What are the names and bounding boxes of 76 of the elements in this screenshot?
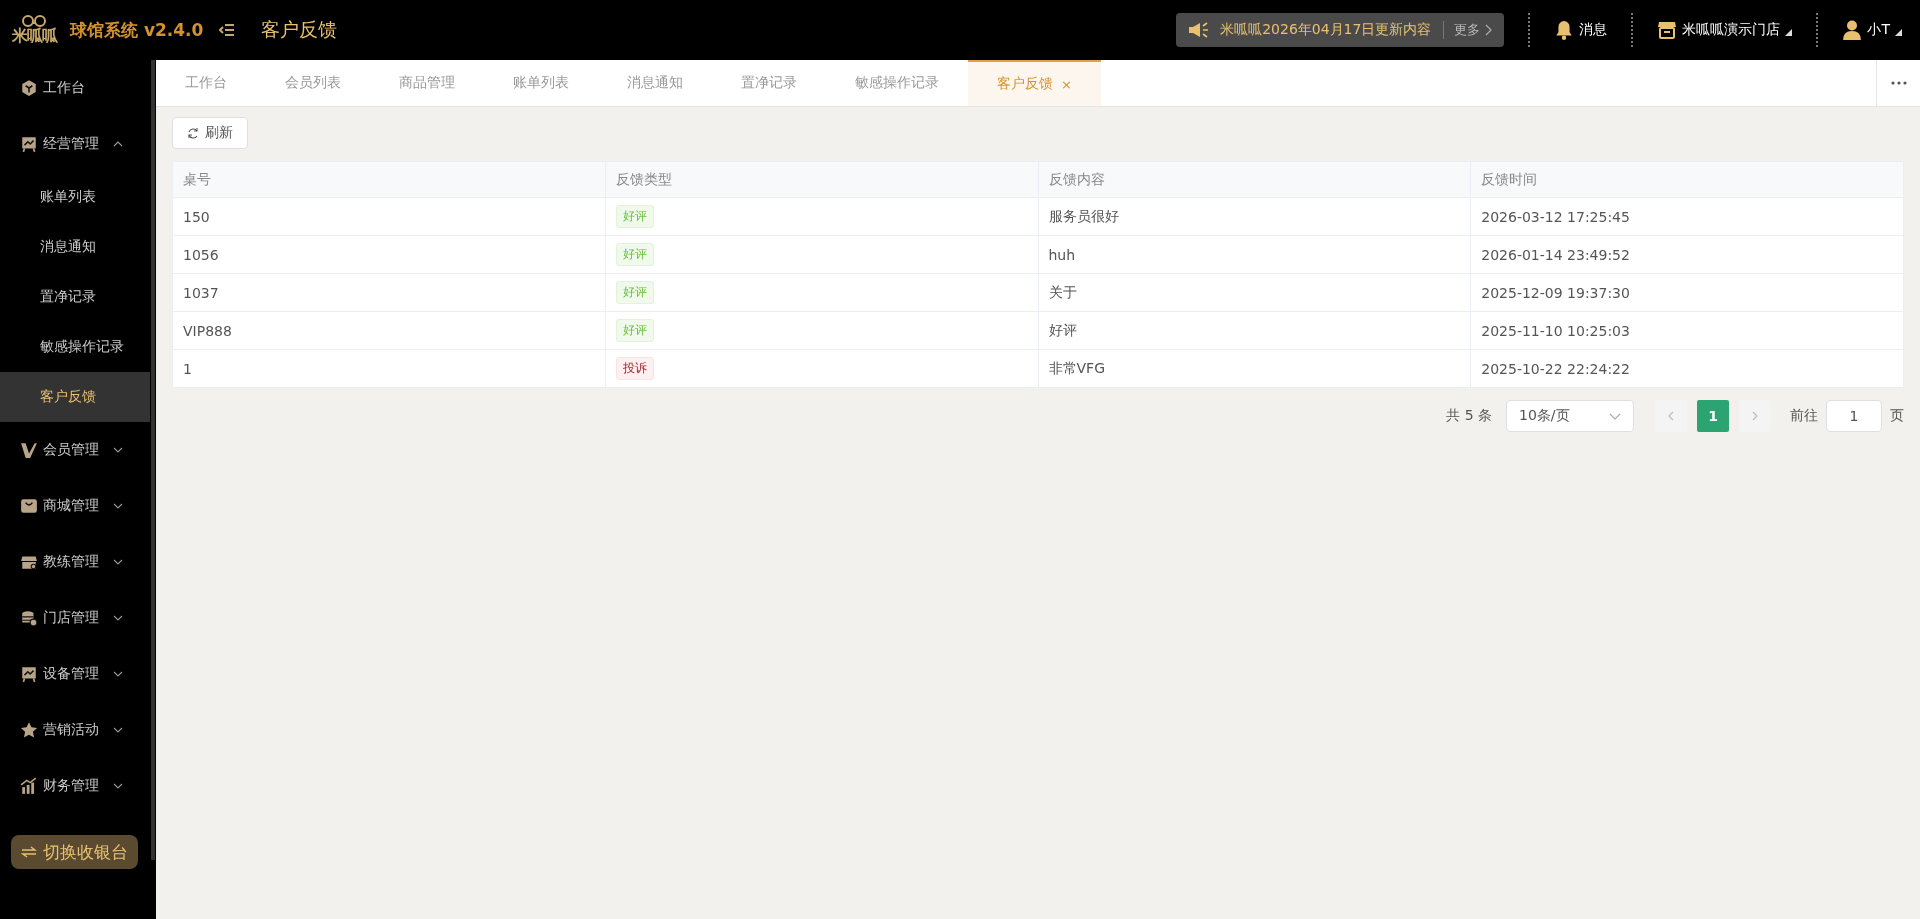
sidebar-item[interactable]: 门店管理 [0,590,150,646]
more-icon[interactable] [1890,81,1907,85]
table-cell: 好评 [1038,311,1471,350]
table-cell: 2025-12-09 19:37:30 [1470,273,1904,312]
column-header: 桌号 [172,161,606,198]
table-cell: 非常VFG [1038,349,1471,388]
column-header: 反馈时间 [1470,161,1904,198]
page-unit: 页 [1890,407,1904,425]
notice-text: 米呱呱2026年04月17日更新内容 [1220,21,1432,39]
coins-icon [20,609,38,627]
sidebar-subitem[interactable]: 敏感操作记录 [0,322,150,372]
chevron-left-icon [1668,411,1674,421]
swap-arrows-icon [21,846,37,858]
bar-chart-icon [20,777,38,795]
table-cell: 服务员很好 [1038,197,1471,236]
sidebar-subitem[interactable]: 客户反馈 [0,372,150,422]
chevron-right-icon [1484,24,1493,36]
header-store-button[interactable]: 米呱呱演示门店 [1657,20,1793,40]
refresh-button[interactable]: 刷新 [172,117,248,149]
page-title: 客户反馈 [261,17,338,42]
feedback-type-tag: 好评 [615,319,654,342]
bell-icon [1554,20,1575,40]
feedback-type-tag: 好评 [615,205,654,228]
chevron-down-icon [1609,412,1621,420]
total-count: 共 5 条 [1446,407,1492,425]
sidebar-item[interactable]: 工作台 [0,60,150,116]
frog-icon [19,15,49,27]
table-cell: 2026-03-12 17:25:45 [1470,197,1904,236]
sidebar-item[interactable]: 经营管理 [0,116,150,172]
page-size-select[interactable]: 10条/页 [1506,400,1634,432]
switch-cashier-button[interactable]: 切换收银台 [11,835,138,869]
table-cell: 2025-11-10 10:25:03 [1470,311,1904,350]
goto-label: 前往 [1790,407,1818,425]
easel-icon [20,665,38,683]
sidebar-subitem[interactable]: 置净记录 [0,272,150,322]
more-link[interactable]: 更多 [1443,21,1481,39]
table-cell: 1 [172,349,606,388]
feedback-type-tag: 好评 [615,281,654,304]
table-cell: huh [1038,235,1471,274]
sidebar-item[interactable]: 营销活动 [0,702,150,758]
column-header: 反馈内容 [1038,161,1471,198]
sidebar-item[interactable]: 财务管理 [0,758,150,814]
table-cell: 1037 [172,273,606,312]
header-user-button[interactable]: 小T [1842,20,1902,40]
table-cell: 1056 [172,235,606,274]
feedback-type-tag: 投诉 [615,357,654,380]
sidebar-subitem[interactable]: 账单列表 [0,172,150,222]
column-header: 反馈类型 [605,161,1038,198]
cube-icon [20,79,38,97]
store-icon [1657,20,1678,40]
sidebar-item[interactable]: 教练管理 [0,534,150,590]
sidebar-item[interactable]: 设备管理 [0,646,150,702]
v-mark-icon [20,441,38,459]
app-name: 球馆系统 v2.4.0 [70,18,204,42]
bag-icon [20,497,38,515]
table-cell: 150 [172,197,606,236]
goto-page-field[interactable]: 1 [1826,400,1882,432]
table-cell: VIP888 [172,311,606,350]
sidebar-subitem[interactable]: 消息通知 [0,222,150,272]
header-messages-button[interactable]: 消息 [1554,20,1608,40]
table-cell: 2026-01-14 23:49:52 [1470,235,1904,274]
refresh-icon [187,127,199,139]
user-icon [1842,20,1863,40]
feedback-type-tag: 好评 [615,243,654,266]
logo-text: 米呱呱 [11,27,57,45]
easel-icon [20,135,38,153]
chevron-right-icon [1752,411,1758,421]
star-icon [20,721,38,739]
table-cell: 关于 [1038,273,1471,312]
sidebar-item[interactable]: 商城管理 [0,478,150,534]
megaphone-icon [1188,21,1211,39]
sidebar-item[interactable]: 会员管理 [0,422,150,478]
notice-bar[interactable]: 米呱呱2026年04月17日更新内容 更多 [1176,13,1505,47]
menu-fold-icon[interactable] [219,23,236,37]
store-icon [20,553,38,571]
table-cell: 2025-10-22 22:24:22 [1470,349,1904,388]
